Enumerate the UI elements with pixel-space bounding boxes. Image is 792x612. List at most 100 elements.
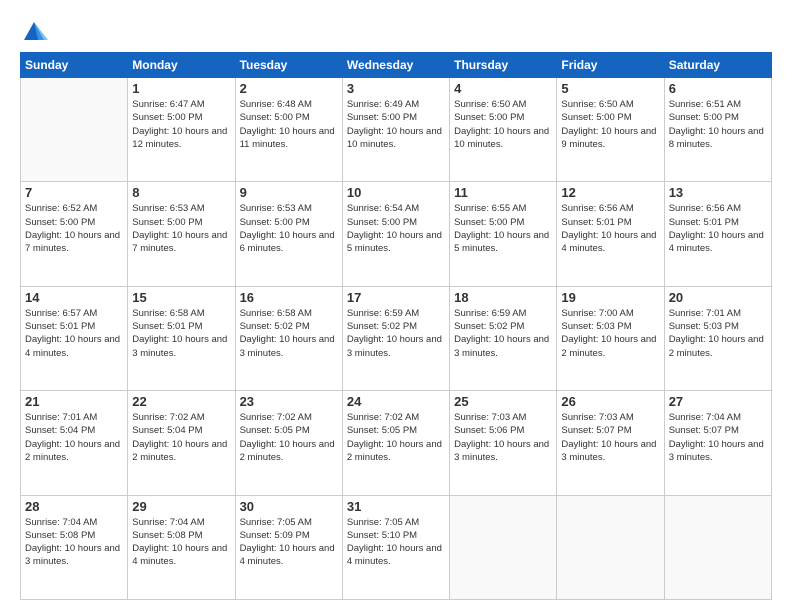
weekday-header: Friday — [557, 53, 664, 78]
calendar-week-row: 7 Sunrise: 6:52 AMSunset: 5:00 PMDaylight… — [21, 182, 772, 286]
day-info: Sunrise: 6:50 AMSunset: 5:00 PMDaylight:… — [561, 98, 659, 151]
calendar-cell: 11 Sunrise: 6:55 AMSunset: 5:00 PMDayligh… — [450, 182, 557, 286]
day-number: 29 — [132, 499, 230, 514]
day-number: 28 — [25, 499, 123, 514]
day-number: 8 — [132, 185, 230, 200]
logo — [20, 18, 52, 46]
calendar-table: SundayMondayTuesdayWednesdayThursdayFrid… — [20, 52, 772, 600]
weekday-header: Tuesday — [235, 53, 342, 78]
day-info: Sunrise: 6:48 AMSunset: 5:00 PMDaylight:… — [240, 98, 338, 151]
day-number: 31 — [347, 499, 445, 514]
day-number: 21 — [25, 394, 123, 409]
day-info: Sunrise: 7:03 AMSunset: 5:07 PMDaylight:… — [561, 411, 659, 464]
day-number: 20 — [669, 290, 767, 305]
day-number: 3 — [347, 81, 445, 96]
day-number: 2 — [240, 81, 338, 96]
calendar-week-row: 14Sunrise: 6:57 AMSunset: 5:01 PMDayligh… — [21, 286, 772, 390]
day-number: 11 — [454, 185, 552, 200]
day-number: 6 — [669, 81, 767, 96]
calendar-week-row: 21 Sunrise: 7:01 AMSunset: 5:04 PMDayligh… — [21, 391, 772, 495]
calendar-cell: 31 Sunrise: 7:05 AMSunset: 5:10 PMDayligh… — [342, 495, 449, 599]
calendar-cell: 19Sunrise: 7:00 AMSunset: 5:03 PMDayligh… — [557, 286, 664, 390]
day-info: Sunrise: 6:52 AMSunset: 5:00 PMDaylight:… — [25, 202, 123, 255]
day-number: 23 — [240, 394, 338, 409]
calendar-cell: 14Sunrise: 6:57 AMSunset: 5:01 PMDayligh… — [21, 286, 128, 390]
calendar-cell: 10Sunrise: 6:54 AMSunset: 5:00 PMDayligh… — [342, 182, 449, 286]
day-number: 22 — [132, 394, 230, 409]
calendar-cell: 23 Sunrise: 7:02 AMSunset: 5:05 PMDayligh… — [235, 391, 342, 495]
day-number: 16 — [240, 290, 338, 305]
day-info: Sunrise: 6:59 AMSunset: 5:02 PMDaylight:… — [454, 307, 552, 360]
day-number: 30 — [240, 499, 338, 514]
weekday-header: Saturday — [664, 53, 771, 78]
calendar-cell: 27Sunrise: 7:04 AMSunset: 5:07 PMDayligh… — [664, 391, 771, 495]
day-info: Sunrise: 6:58 AMSunset: 5:01 PMDaylight:… — [132, 307, 230, 360]
calendar-cell: 21 Sunrise: 7:01 AMSunset: 5:04 PMDayligh… — [21, 391, 128, 495]
calendar-cell — [557, 495, 664, 599]
calendar-cell — [450, 495, 557, 599]
day-number: 24 — [347, 394, 445, 409]
day-number: 7 — [25, 185, 123, 200]
calendar-cell: 16 Sunrise: 6:58 AMSunset: 5:02 PMDayligh… — [235, 286, 342, 390]
calendar-cell: 13 Sunrise: 6:56 AMSunset: 5:01 PMDayligh… — [664, 182, 771, 286]
calendar-cell — [664, 495, 771, 599]
calendar-cell: 30 Sunrise: 7:05 AMSunset: 5:09 PMDayligh… — [235, 495, 342, 599]
day-number: 17 — [347, 290, 445, 305]
day-info: Sunrise: 7:01 AMSunset: 5:03 PMDaylight:… — [669, 307, 767, 360]
day-number: 9 — [240, 185, 338, 200]
calendar-cell: 9Sunrise: 6:53 AMSunset: 5:00 PMDaylight… — [235, 182, 342, 286]
day-number: 12 — [561, 185, 659, 200]
calendar-week-row: 28 Sunrise: 7:04 AMSunset: 5:08 PMDayligh… — [21, 495, 772, 599]
calendar-cell — [21, 78, 128, 182]
day-number: 4 — [454, 81, 552, 96]
calendar-page: SundayMondayTuesdayWednesdayThursdayFrid… — [0, 0, 792, 612]
weekday-header-row: SundayMondayTuesdayWednesdayThursdayFrid… — [21, 53, 772, 78]
day-number: 10 — [347, 185, 445, 200]
weekday-header: Thursday — [450, 53, 557, 78]
calendar-cell: 18 Sunrise: 6:59 AMSunset: 5:02 PMDayligh… — [450, 286, 557, 390]
day-info: Sunrise: 7:04 AMSunset: 5:08 PMDaylight:… — [25, 516, 123, 569]
day-info: Sunrise: 7:02 AMSunset: 5:04 PMDaylight:… — [132, 411, 230, 464]
day-info: Sunrise: 6:47 AMSunset: 5:00 PMDaylight:… — [132, 98, 230, 151]
day-info: Sunrise: 7:05 AMSunset: 5:09 PMDaylight:… — [240, 516, 338, 569]
logo-icon — [20, 18, 48, 46]
day-number: 27 — [669, 394, 767, 409]
calendar-cell: 3 Sunrise: 6:49 AMSunset: 5:00 PMDaylight… — [342, 78, 449, 182]
day-info: Sunrise: 6:55 AMSunset: 5:00 PMDaylight:… — [454, 202, 552, 255]
weekday-header: Sunday — [21, 53, 128, 78]
day-info: Sunrise: 7:01 AMSunset: 5:04 PMDaylight:… — [25, 411, 123, 464]
day-info: Sunrise: 6:59 AMSunset: 5:02 PMDaylight:… — [347, 307, 445, 360]
calendar-cell: 6 Sunrise: 6:51 AMSunset: 5:00 PMDaylight… — [664, 78, 771, 182]
day-number: 14 — [25, 290, 123, 305]
calendar-week-row: 1 Sunrise: 6:47 AMSunset: 5:00 PMDaylight… — [21, 78, 772, 182]
day-number: 18 — [454, 290, 552, 305]
day-number: 26 — [561, 394, 659, 409]
day-info: Sunrise: 6:56 AMSunset: 5:01 PMDaylight:… — [669, 202, 767, 255]
day-info: Sunrise: 6:51 AMSunset: 5:00 PMDaylight:… — [669, 98, 767, 151]
day-number: 1 — [132, 81, 230, 96]
calendar-cell: 15Sunrise: 6:58 AMSunset: 5:01 PMDayligh… — [128, 286, 235, 390]
day-info: Sunrise: 7:04 AMSunset: 5:08 PMDaylight:… — [132, 516, 230, 569]
day-info: Sunrise: 6:56 AMSunset: 5:01 PMDaylight:… — [561, 202, 659, 255]
calendar-cell: 29 Sunrise: 7:04 AMSunset: 5:08 PMDayligh… — [128, 495, 235, 599]
calendar-cell: 1 Sunrise: 6:47 AMSunset: 5:00 PMDaylight… — [128, 78, 235, 182]
day-info: Sunrise: 7:03 AMSunset: 5:06 PMDaylight:… — [454, 411, 552, 464]
day-info: Sunrise: 7:02 AMSunset: 5:05 PMDaylight:… — [347, 411, 445, 464]
calendar-cell: 20 Sunrise: 7:01 AMSunset: 5:03 PMDayligh… — [664, 286, 771, 390]
weekday-header: Wednesday — [342, 53, 449, 78]
calendar-cell: 12 Sunrise: 6:56 AMSunset: 5:01 PMDayligh… — [557, 182, 664, 286]
day-info: Sunrise: 7:05 AMSunset: 5:10 PMDaylight:… — [347, 516, 445, 569]
calendar-cell: 17 Sunrise: 6:59 AMSunset: 5:02 PMDayligh… — [342, 286, 449, 390]
day-number: 25 — [454, 394, 552, 409]
calendar-cell: 5Sunrise: 6:50 AMSunset: 5:00 PMDaylight… — [557, 78, 664, 182]
day-number: 13 — [669, 185, 767, 200]
day-number: 19 — [561, 290, 659, 305]
calendar-cell: 28 Sunrise: 7:04 AMSunset: 5:08 PMDayligh… — [21, 495, 128, 599]
day-info: Sunrise: 6:49 AMSunset: 5:00 PMDaylight:… — [347, 98, 445, 151]
calendar-cell: 26 Sunrise: 7:03 AMSunset: 5:07 PMDayligh… — [557, 391, 664, 495]
day-info: Sunrise: 6:58 AMSunset: 5:02 PMDaylight:… — [240, 307, 338, 360]
day-info: Sunrise: 6:53 AMSunset: 5:00 PMDaylight:… — [132, 202, 230, 255]
calendar-cell: 4Sunrise: 6:50 AMSunset: 5:00 PMDaylight… — [450, 78, 557, 182]
calendar-cell: 24 Sunrise: 7:02 AMSunset: 5:05 PMDayligh… — [342, 391, 449, 495]
day-info: Sunrise: 7:02 AMSunset: 5:05 PMDaylight:… — [240, 411, 338, 464]
